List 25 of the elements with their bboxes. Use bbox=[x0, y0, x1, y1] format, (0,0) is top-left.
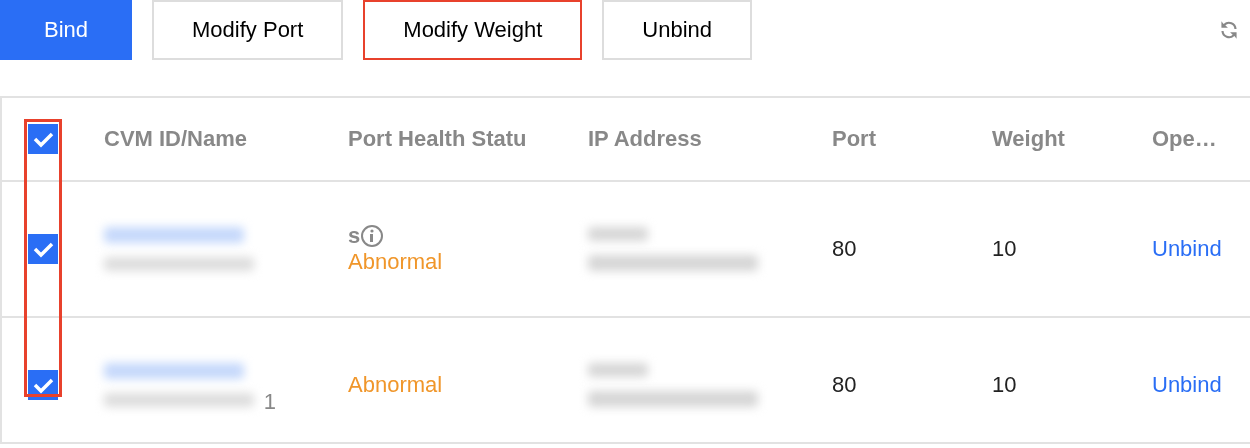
status-note: s bbox=[348, 223, 361, 249]
unbind-link[interactable]: Unbind bbox=[1152, 236, 1222, 261]
status-text: Abnormal bbox=[348, 372, 444, 398]
table-cell-text: 80 bbox=[832, 236, 858, 262]
column-header: IP Address bbox=[588, 126, 703, 152]
status-text: Abnormal bbox=[348, 249, 444, 275]
column-header: Port Health Statu bbox=[348, 126, 528, 152]
blurred-text bbox=[588, 227, 648, 241]
unbind-button[interactable]: Unbind bbox=[602, 0, 752, 60]
column-header: Weight bbox=[992, 126, 1066, 152]
table-cell-text: 10 bbox=[992, 372, 1018, 398]
info-icon[interactable] bbox=[360, 224, 385, 248]
bind-button[interactable]: Bind bbox=[0, 0, 133, 60]
modify-weight-button[interactable]: Modify Weight bbox=[363, 0, 583, 60]
checkbox[interactable] bbox=[28, 234, 58, 264]
column-header: CVM ID/Name bbox=[104, 126, 249, 152]
column-header: Ope… bbox=[1152, 126, 1218, 152]
name-fragment: 1 bbox=[263, 389, 276, 415]
blurred-text bbox=[588, 363, 648, 377]
table-cell-text: 80 bbox=[832, 372, 858, 398]
modify-port-button[interactable]: Modify Port bbox=[152, 0, 344, 60]
unbind-link[interactable]: Unbind bbox=[1152, 372, 1222, 397]
table-cell-text: 10 bbox=[992, 236, 1018, 262]
checkbox[interactable] bbox=[28, 124, 58, 154]
column-header: Port bbox=[832, 126, 877, 152]
